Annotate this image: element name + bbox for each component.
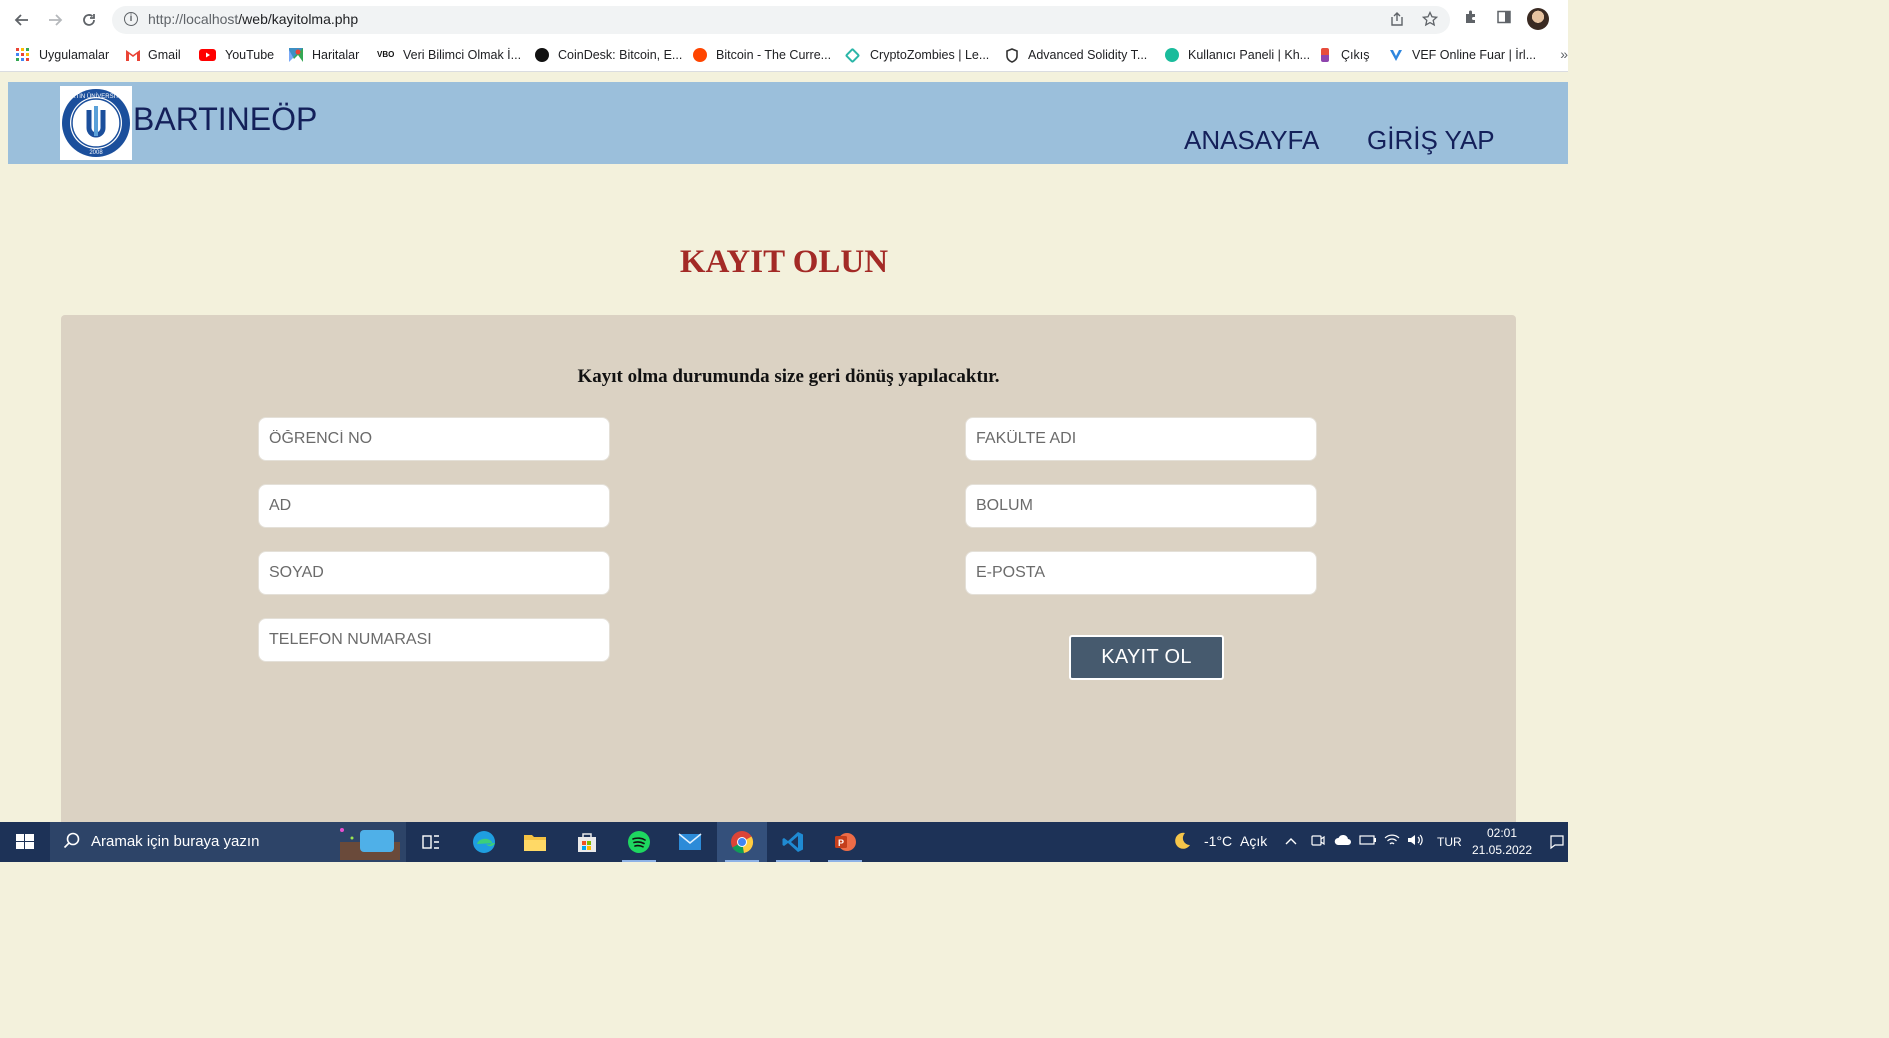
cryptozombies-icon — [844, 47, 861, 63]
language-indicator[interactable]: TUR — [1437, 835, 1462, 849]
registration-panel: Kayıt olma durumunda size geri dönüş yap… — [61, 315, 1516, 835]
reload-icon[interactable] — [78, 9, 100, 31]
forward-icon[interactable] — [44, 9, 66, 31]
back-icon[interactable] — [11, 9, 33, 31]
university-logo[interactable]: BARTIN ÜNİVERSİTESİ 2008 — [60, 86, 132, 160]
weather-state[interactable]: Açık — [1240, 833, 1267, 849]
meet-now-icon[interactable] — [1311, 833, 1325, 850]
search-placeholder: Aramak için buraya yazın — [91, 833, 260, 850]
extensions-icon[interactable] — [1460, 9, 1482, 31]
first-name-field[interactable] — [258, 484, 610, 528]
clock-time: 02:01 — [1486, 826, 1518, 840]
shield-icon — [1005, 48, 1019, 63]
last-name-field[interactable] — [258, 551, 610, 595]
youtube-icon — [199, 49, 216, 61]
bookmark-vef[interactable]: VEF Online Fuar | İrl... — [1389, 46, 1536, 64]
bookmark-gmail[interactable]: Gmail — [125, 46, 181, 64]
form-subtitle: Kayıt olma durumunda size geri dönüş yap… — [577, 366, 1000, 387]
bookmarks-bar: Uygulamalar Gmail YouTube Haritalar VBO V… — [0, 40, 1568, 72]
side-panel-icon[interactable] — [1493, 9, 1515, 31]
mail-icon[interactable] — [665, 822, 715, 862]
wifi-icon[interactable] — [1384, 833, 1400, 850]
bookmark-solidity[interactable]: Advanced Solidity T... — [1005, 46, 1147, 64]
file-explorer-icon[interactable] — [510, 822, 560, 862]
bookmark-apps[interactable]: Uygulamalar — [16, 46, 109, 64]
nav-home-link[interactable]: ANASAYFA — [1184, 125, 1319, 156]
maps-icon — [289, 48, 303, 62]
brand-name[interactable]: BARTINEÖP — [133, 101, 317, 138]
windows-start-icon[interactable] — [0, 822, 50, 862]
bookmark-kh-panel[interactable]: Kullanıcı Paneli | Kh... — [1165, 46, 1310, 64]
kh-icon — [1165, 48, 1179, 62]
phone-field[interactable] — [258, 618, 610, 662]
profile-avatar[interactable] — [1527, 8, 1549, 30]
chrome-icon[interactable] — [717, 822, 767, 862]
onedrive-icon[interactable] — [1334, 833, 1352, 849]
bookmark-coindesk[interactable]: CoinDesk: Bitcoin, E... — [535, 46, 682, 64]
bookmarks-more-icon[interactable]: » — [1560, 46, 1568, 62]
logo-text: BARTIN ÜNİVERSİTESİ — [63, 93, 129, 100]
taskbar: Aramak için buraya yazın P -1°C Açık TUR… — [0, 822, 1568, 862]
student-no-field[interactable] — [258, 417, 610, 461]
apps-grid-icon — [16, 48, 30, 62]
taskbar-clock[interactable]: 02:01 21.05.2022 — [1470, 825, 1534, 859]
bookmark-star-icon[interactable] — [1421, 10, 1439, 29]
task-view-icon[interactable] — [406, 822, 456, 862]
address-bar[interactable]: i http://localhost/web/kayitolma.php — [112, 6, 1450, 34]
page-title: KAYIT OLUN — [679, 244, 889, 280]
department-field[interactable] — [965, 484, 1317, 528]
reddit-icon — [693, 48, 707, 62]
tray-chevron-icon[interactable] — [1285, 833, 1297, 849]
search-highlight-icon — [330, 824, 406, 864]
bookmark-reddit[interactable]: Bitcoin - The Curre... — [693, 46, 831, 64]
bookmark-cryptozombies[interactable]: CryptoZombies | Le... — [844, 46, 989, 64]
search-icon — [63, 832, 81, 854]
coindesk-icon — [535, 48, 549, 62]
vef-icon — [1389, 48, 1403, 62]
register-button[interactable]: KAYIT OL — [1069, 635, 1224, 680]
nav-login-link[interactable]: GİRİŞ YAP — [1367, 125, 1495, 156]
volume-icon[interactable] — [1407, 833, 1423, 850]
bookmark-youtube[interactable]: YouTube — [199, 46, 274, 64]
edge-icon[interactable] — [459, 822, 509, 862]
vbo-icon: VBO — [377, 50, 395, 59]
site-info-icon[interactable]: i — [124, 12, 138, 26]
site-header: BARTIN ÜNİVERSİTESİ 2008 BARTINEÖP ANASA… — [8, 82, 1568, 164]
gmail-icon — [125, 48, 140, 62]
vscode-icon[interactable] — [768, 822, 818, 862]
bookmark-exit[interactable]: Çıkış — [1321, 46, 1369, 64]
share-icon[interactable] — [1388, 11, 1406, 29]
address-url[interactable]: http://localhost/web/kayitolma.php — [148, 11, 358, 27]
notification-icon[interactable] — [1549, 834, 1565, 853]
clock-date: 21.05.2022 — [1471, 843, 1533, 857]
exit-icon — [1321, 48, 1329, 62]
powerpoint-icon[interactable]: P — [820, 822, 870, 862]
battery-icon[interactable] — [1359, 833, 1377, 849]
faculty-field[interactable] — [965, 417, 1317, 461]
browser-toolbar: i http://localhost/web/kayitolma.php — [0, 0, 1568, 41]
taskbar-search[interactable]: Aramak için buraya yazın — [50, 822, 406, 862]
weather-moon-icon[interactable] — [1172, 831, 1192, 854]
bookmark-maps[interactable]: Haritalar — [289, 46, 359, 64]
spotify-icon[interactable] — [614, 822, 664, 862]
email-field[interactable] — [965, 551, 1317, 595]
weather-temp[interactable]: -1°C — [1204, 833, 1232, 849]
bookmark-vbo[interactable]: VBO Veri Bilimci Olmak İ... — [377, 46, 521, 64]
svg-text:P: P — [838, 838, 844, 848]
store-icon[interactable] — [562, 822, 612, 862]
logo-year: 2008 — [89, 150, 103, 156]
